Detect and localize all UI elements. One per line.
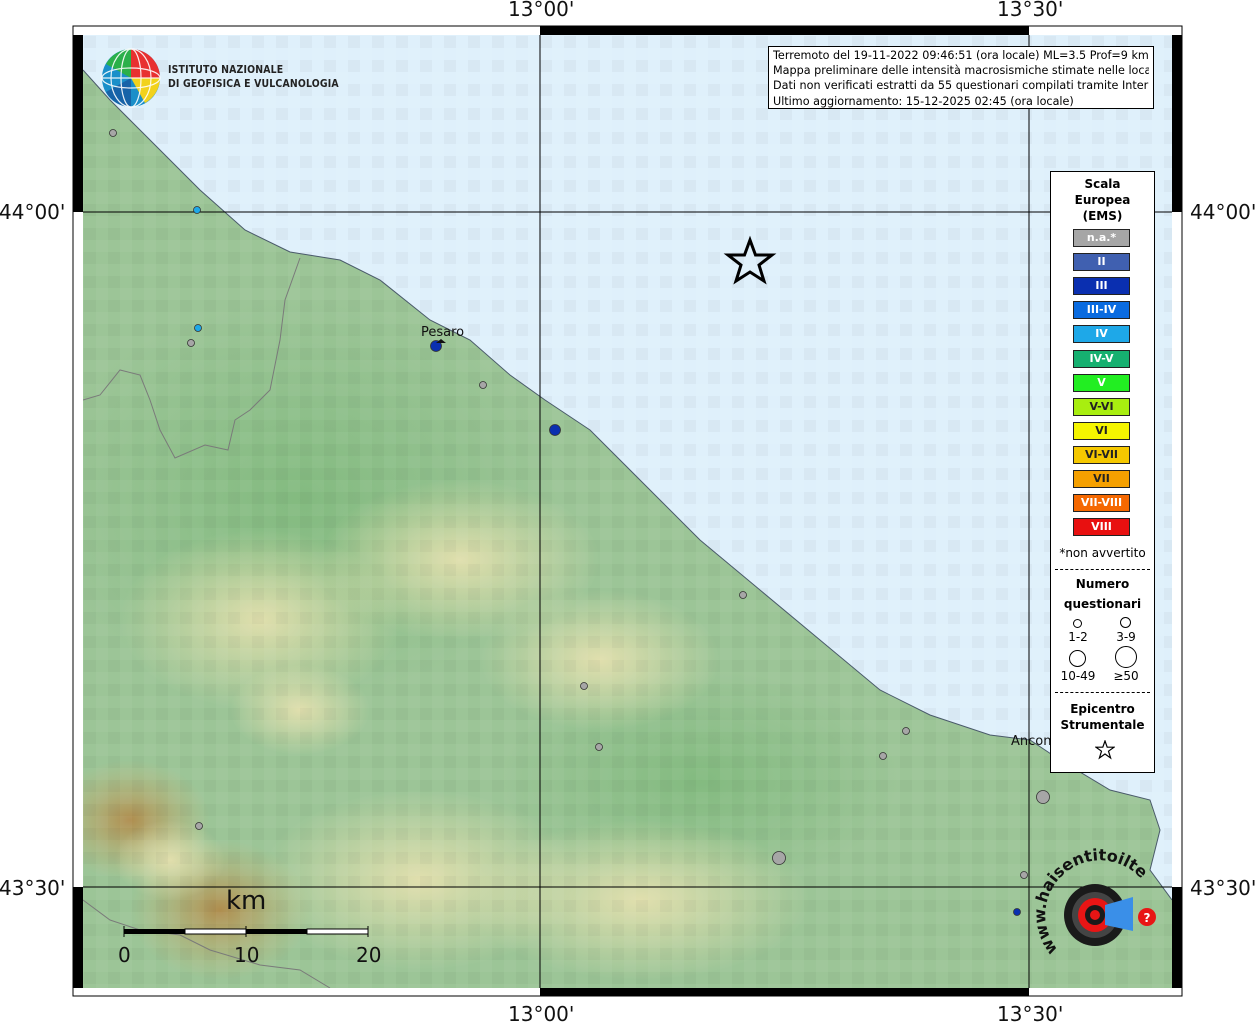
legend-title-line: (EMS) xyxy=(1082,209,1123,223)
size-label-50: ≥50 xyxy=(1113,669,1139,683)
observation-point xyxy=(595,743,603,751)
event-info-line-3: Dati non verificati estratti da 55 quest… xyxy=(773,79,1149,93)
size-label-1-2: 1-2 xyxy=(1068,630,1088,644)
lon-label-top-1: 13°00' xyxy=(508,0,575,21)
ingv-line-2: DI GEOFISICA E VULCANOLOGIA xyxy=(168,77,339,90)
observation-point xyxy=(194,324,202,332)
count-title-line: questionari xyxy=(1063,597,1142,611)
lat-label-right-2: 43°30' xyxy=(1190,876,1255,900)
observation-point xyxy=(479,381,487,389)
lat-label-left-1: 44°00' xyxy=(0,200,66,224)
lat-label-right-1: 44°00' xyxy=(1190,200,1255,224)
ingv-logo-text: ISTITUTO NAZIONALE DI GEOFISICA E VULCAN… xyxy=(168,63,339,91)
lat-label-left-2: 43°30' xyxy=(0,876,66,900)
observation-point xyxy=(902,727,910,735)
size-circle-3-9 xyxy=(1120,617,1131,628)
frame-bar-bottom xyxy=(540,988,1029,996)
observation-point xyxy=(193,206,201,214)
size-label-10-49: 10-49 xyxy=(1060,669,1096,683)
observation-point xyxy=(1020,871,1028,879)
frame-bar-right-1 xyxy=(1172,35,1182,212)
scale-label-10: 10 xyxy=(234,943,260,967)
legend-item-ems: V xyxy=(1073,373,1130,392)
event-info-line-4: Ultimo aggiornamento: 15-12-2025 02:45 (… xyxy=(773,94,1074,108)
svg-text:?: ? xyxy=(1144,911,1151,925)
event-info-line-2: Mappa preliminare delle intensità macros… xyxy=(773,64,1149,78)
count-legend-title: Numero questionari xyxy=(1051,574,1154,614)
ingv-logo xyxy=(101,48,161,108)
scale-unit: km xyxy=(226,886,267,916)
legend-title-line: Scala xyxy=(1084,177,1121,191)
legend-title-line: Europea xyxy=(1074,193,1131,207)
size-label-3-9: 3-9 xyxy=(1116,630,1136,644)
city-label-ancona: Ancona xyxy=(1011,734,1050,749)
epicenter-legend-star-icon xyxy=(1095,740,1115,760)
observation-point xyxy=(187,339,195,347)
frame-bar-left-1 xyxy=(73,35,83,212)
size-circle-10-49 xyxy=(1069,650,1086,667)
observation-point xyxy=(1036,790,1050,804)
frame-bar-right-2 xyxy=(1172,887,1182,988)
observation-point xyxy=(549,424,561,436)
legend-item-ems: III xyxy=(1073,277,1130,296)
count-title-line: Numero xyxy=(1075,577,1130,591)
legend-item-ems: IV-V xyxy=(1073,349,1130,368)
legend-divider xyxy=(1055,569,1150,570)
ingv-line-1: ISTITUTO NAZIONALE xyxy=(168,63,284,76)
city-label-pesaro: Pesaro xyxy=(421,325,465,340)
legend-item-ems: n.a.* xyxy=(1073,229,1130,247)
lon-label-bottom-1: 13°00' xyxy=(508,1002,575,1026)
frame-bar-top xyxy=(540,26,1029,35)
legend-item-ems: VII-VIII xyxy=(1073,494,1130,513)
legend-item-ems: II xyxy=(1073,253,1130,272)
lon-label-bottom-2: 13°30' xyxy=(997,1002,1064,1026)
legend-item-ems: V-VI xyxy=(1073,397,1130,416)
lon-label-top-2: 13°30' xyxy=(997,0,1064,21)
observation-point xyxy=(879,752,887,760)
observation-point xyxy=(580,682,588,690)
event-info-box: Terremoto del 19-11-2022 09:46:51 (ora l… xyxy=(768,46,1154,109)
scale-label-0: 0 xyxy=(118,943,131,967)
legend: Scala Europea (EMS) n.a.* II III III-IV IV IV… xyxy=(1050,171,1155,773)
legend-note: *non avvertito xyxy=(1059,546,1146,560)
observation-point xyxy=(739,591,747,599)
epicenter-title-line: Epicentro xyxy=(1070,702,1135,716)
event-info-line-1: Terremoto del 19-11-2022 09:46:51 (ora l… xyxy=(773,49,1149,62)
legend-item-ems: VIII xyxy=(1073,518,1130,537)
legend-item-ems: VII xyxy=(1073,470,1130,488)
epicenter-legend-title: Epicentro Strumentale xyxy=(1051,701,1154,733)
epicenter-title-line: Strumentale xyxy=(1060,718,1145,732)
legend-item-ems: VI xyxy=(1073,421,1130,440)
scale-label-20: 20 xyxy=(356,943,382,967)
legend-title: Scala Europea (EMS) xyxy=(1051,176,1154,224)
legend-divider xyxy=(1055,692,1150,693)
legend-item-ems: III-IV xyxy=(1073,301,1130,320)
observation-point xyxy=(772,851,786,865)
frame-bar-left-2 xyxy=(73,887,83,988)
observation-point xyxy=(109,129,117,137)
size-circle-50 xyxy=(1115,646,1137,668)
legend-item-ems: IV xyxy=(1073,325,1130,344)
terrain-texture xyxy=(83,35,1172,988)
observation-point xyxy=(1013,908,1021,916)
legend-item-ems: VI-VII xyxy=(1073,445,1130,464)
size-circle-1-2 xyxy=(1073,619,1082,628)
observation-point xyxy=(195,822,203,830)
